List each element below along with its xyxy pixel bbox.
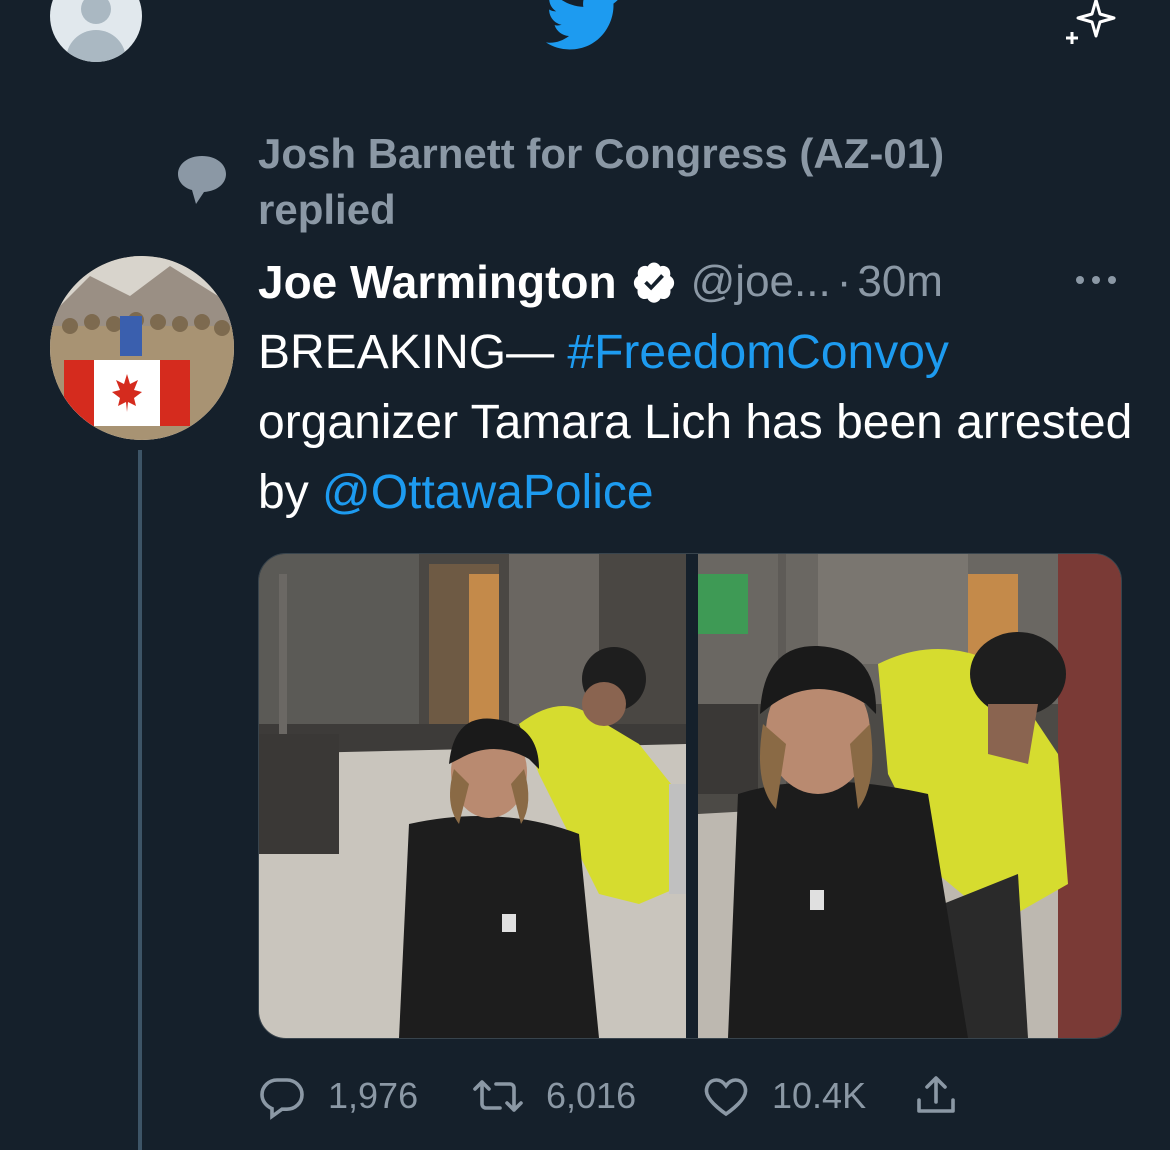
retweet-button[interactable]: 6,016 xyxy=(472,1072,702,1120)
author-display-name[interactable]: Joe Warmington xyxy=(258,255,617,309)
thread-line xyxy=(138,450,142,1150)
share-icon xyxy=(917,1076,955,1113)
verified-badge-icon xyxy=(631,259,677,305)
sparkle-icon[interactable] xyxy=(1060,0,1122,52)
tweet-timestamp[interactable]: 30m xyxy=(857,257,943,307)
tweet-header: Joe Warmington @joe... · 30m xyxy=(258,252,1138,312)
separator-dot: · xyxy=(836,257,852,306)
heart-icon xyxy=(704,1078,748,1117)
default-avatar-icon xyxy=(81,0,111,24)
author-handle[interactable]: @joe... xyxy=(691,257,831,307)
tweet-text: BREAKING— #FreedomConvoy organizer Tamar… xyxy=(258,318,1138,528)
retweet-icon xyxy=(473,1080,523,1112)
like-count: 10.4K xyxy=(772,1075,867,1116)
hashtag-link[interactable]: #FreedomConvoy xyxy=(567,326,949,379)
reply-count: 1,976 xyxy=(328,1075,419,1116)
media-photo-2[interactable] xyxy=(698,554,1121,1038)
tweet-actions: 1,976 6,016 10.4K xyxy=(258,1066,1018,1126)
avatar-photo xyxy=(50,256,234,440)
reply-button[interactable]: 1,976 xyxy=(258,1072,472,1120)
reply-icon xyxy=(260,1078,304,1120)
share-button[interactable] xyxy=(912,1072,960,1120)
reply-context-text: Josh Barnett for Congress (AZ-01) replie… xyxy=(258,130,945,233)
tweet-media xyxy=(258,553,1122,1039)
mention-link[interactable]: @OttawaPolice xyxy=(322,466,654,519)
tweet-text-part: BREAKING— xyxy=(258,326,555,379)
like-button[interactable]: 10.4K xyxy=(702,1072,912,1120)
retweet-count: 6,016 xyxy=(546,1075,637,1116)
more-icon[interactable] xyxy=(1072,270,1120,290)
twitter-bird-icon[interactable] xyxy=(545,0,625,52)
speech-bubble-icon xyxy=(178,156,226,204)
profile-avatar[interactable] xyxy=(50,0,142,62)
media-photo-1[interactable] xyxy=(259,554,686,1038)
top-bar xyxy=(0,0,1170,70)
author-avatar[interactable] xyxy=(50,256,234,440)
